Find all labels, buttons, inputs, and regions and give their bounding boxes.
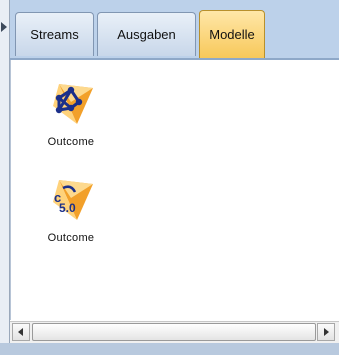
tab-ausgaben[interactable]: Ausgaben <box>97 12 196 56</box>
models-list: Outcome c 5.0 Outcome <box>10 60 339 320</box>
scroll-left-button[interactable] <box>12 323 30 341</box>
tab-ausgaben-label: Ausgaben <box>117 27 176 42</box>
tab-modelle[interactable]: Modelle <box>199 10 265 58</box>
models-palette-window: Streams Ausgaben Modelle Outcome c 5.0 O… <box>0 0 339 355</box>
tab-modelle-label: Modelle <box>209 27 255 42</box>
model-nugget-1[interactable]: Outcome <box>31 78 111 148</box>
bottom-border <box>0 343 339 355</box>
tab-streams-label: Streams <box>30 27 79 42</box>
scroll-right-arrow-icon <box>324 328 329 336</box>
scrollbar-thumb[interactable] <box>32 323 316 341</box>
c5-tree-model-icon: c 5.0 <box>53 180 93 220</box>
c5-version-badge: 5.0 <box>59 201 76 215</box>
collapse-arrow-icon[interactable] <box>1 22 7 32</box>
scroll-left-arrow-icon <box>18 328 23 336</box>
model-label: Outcome <box>47 232 95 244</box>
model-nugget-2[interactable]: c 5.0 Outcome <box>31 174 111 244</box>
model-label: Outcome <box>47 136 95 148</box>
horizontal-scrollbar[interactable] <box>10 321 339 344</box>
manager-tab-bar: Streams Ausgaben Modelle <box>10 0 339 60</box>
neural-net-model-icon <box>53 84 93 124</box>
tab-streams[interactable]: Streams <box>15 12 94 56</box>
left-edge-splitter[interactable] <box>0 0 10 355</box>
scroll-right-button[interactable] <box>317 323 335 341</box>
